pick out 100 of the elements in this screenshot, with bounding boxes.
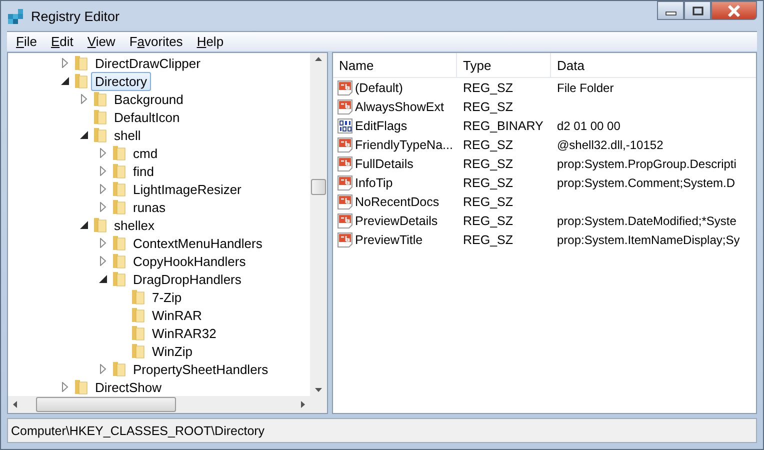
value-name: PreviewTitle: [355, 232, 423, 246]
value-name: FullDetails: [355, 156, 414, 170]
folder-icon: [111, 199, 127, 215]
vertical-scrollbar[interactable]: [310, 53, 327, 396]
tree-item[interactable]: shellex: [110, 216, 158, 234]
string-value-icon: [337, 156, 353, 172]
tree-item[interactable]: CopyHookHandlers: [129, 252, 250, 270]
scrollbar-thumb[interactable]: [36, 397, 176, 412]
binary-value-icon: [337, 118, 353, 134]
tree-item[interactable]: find: [129, 162, 158, 180]
collapsed-arrow-icon[interactable]: [98, 184, 108, 194]
folder-icon: [73, 55, 89, 71]
collapsed-arrow-icon[interactable]: [98, 148, 108, 158]
value-type: REG_SZ: [462, 80, 514, 94]
value-data: prop:System.PropGroup.Descripti: [556, 156, 738, 170]
string-value-icon: [337, 232, 353, 248]
value-type: REG_BINARY: [462, 118, 544, 132]
menu-item[interactable]: Help: [190, 34, 231, 49]
collapsed-arrow-icon[interactable]: [60, 58, 70, 68]
expanded-arrow-icon[interactable]: [79, 220, 89, 230]
value-name: EditFlags: [355, 118, 408, 132]
menu-item[interactable]: File: [9, 34, 44, 49]
column-header[interactable]: Data: [551, 53, 756, 77]
collapsed-arrow-icon[interactable]: [98, 364, 108, 374]
column-header[interactable]: Type: [457, 53, 551, 77]
value-type: REG_SZ: [462, 156, 514, 170]
registry-cubes-icon: [7, 7, 25, 25]
value-name: PreviewDetails: [355, 214, 438, 228]
tree-item[interactable]: DragDropHandlers: [129, 270, 246, 288]
folder-icon: [73, 73, 89, 89]
folder-icon: [73, 379, 89, 395]
value-type: REG_SZ: [462, 138, 514, 152]
value-type: REG_SZ: [462, 232, 514, 246]
folder-icon: [111, 181, 127, 197]
folder-icon: [111, 145, 127, 161]
tree-item[interactable]: DirectDrawClipper: [91, 54, 204, 72]
collapsed-arrow-icon[interactable]: [98, 202, 108, 212]
collapsed-arrow-icon[interactable]: [98, 238, 108, 248]
collapsed-arrow-icon[interactable]: [98, 166, 108, 176]
tree-item[interactable]: ContextMenuHandlers: [129, 234, 266, 252]
expanded-arrow-icon[interactable]: [60, 76, 70, 86]
value-name: (Default): [355, 80, 403, 94]
folder-icon: [111, 361, 127, 377]
tree-item[interactable]: Background: [110, 90, 188, 108]
menu-item[interactable]: Favorites: [122, 34, 190, 49]
folder-icon: [111, 163, 127, 179]
expanded-arrow-icon[interactable]: [79, 130, 89, 140]
collapsed-arrow-icon[interactable]: [98, 256, 108, 266]
tree-item[interactable]: 7-Zip: [148, 288, 186, 306]
close-button[interactable]: [711, 1, 757, 20]
folder-icon: [130, 289, 146, 305]
minimize-button[interactable]: [657, 1, 684, 20]
registry-path: Computer\HKEY_CLASSES_ROOT\Directory: [11, 424, 265, 438]
string-value-icon: [337, 194, 353, 210]
window-title: Registry Editor: [31, 8, 120, 24]
value-data: d2 01 00 00: [556, 118, 622, 132]
maximize-button[interactable]: [684, 1, 711, 20]
value-type: REG_SZ: [462, 194, 514, 208]
tree-item[interactable]: PropertySheetHandlers: [129, 360, 272, 378]
tree-item[interactable]: Directory: [91, 72, 152, 90]
string-value-icon: [337, 174, 353, 190]
folder-icon: [130, 307, 146, 323]
value-name: FriendlyTypeNa...: [355, 138, 453, 152]
folder-icon: [111, 235, 127, 251]
tree-item[interactable]: WinRAR32: [148, 324, 220, 342]
value-type: REG_SZ: [462, 100, 514, 114]
folder-icon: [130, 325, 146, 341]
string-value-icon: [337, 136, 353, 152]
menu-item[interactable]: View: [80, 34, 122, 49]
tree-item[interactable]: runas: [129, 198, 170, 216]
folder-icon: [92, 217, 108, 233]
tree-item[interactable]: shell: [110, 126, 145, 144]
folder-icon: [130, 343, 146, 359]
value-data: prop:System.Comment;System.D: [556, 176, 736, 190]
tree-item[interactable]: cmd: [129, 144, 162, 162]
value-type: REG_SZ: [462, 214, 514, 228]
tree-item[interactable]: LightImageResizer: [129, 180, 246, 198]
value-data: prop:System.DateModified;*Syste: [556, 214, 738, 228]
tree-item[interactable]: DefaultIcon: [110, 108, 184, 126]
close-icon: [727, 4, 741, 16]
expanded-arrow-icon[interactable]: [98, 274, 108, 284]
value-name: InfoTip: [355, 176, 393, 190]
folder-icon: [92, 91, 108, 107]
folder-icon: [92, 109, 108, 125]
tree-item[interactable]: WinZip: [148, 342, 196, 360]
menu-item[interactable]: Edit: [44, 34, 80, 49]
scrollbar-thumb[interactable]: [311, 179, 326, 195]
folder-icon: [111, 253, 127, 269]
value-data: @shell32.dll,-10152: [556, 138, 664, 152]
string-value-icon: [337, 80, 353, 96]
collapsed-arrow-icon[interactable]: [60, 382, 70, 392]
maximize-icon: [692, 6, 704, 16]
value-name: NoRecentDocs: [355, 194, 440, 208]
collapsed-arrow-icon[interactable]: [79, 94, 89, 104]
tree-item[interactable]: DirectShow: [91, 378, 166, 396]
folder-icon: [92, 127, 108, 143]
tree-item[interactable]: WinRAR: [148, 306, 206, 324]
string-value-icon: [337, 212, 353, 228]
value-name: AlwaysShowExt: [355, 100, 444, 114]
column-header[interactable]: Name: [333, 53, 457, 77]
